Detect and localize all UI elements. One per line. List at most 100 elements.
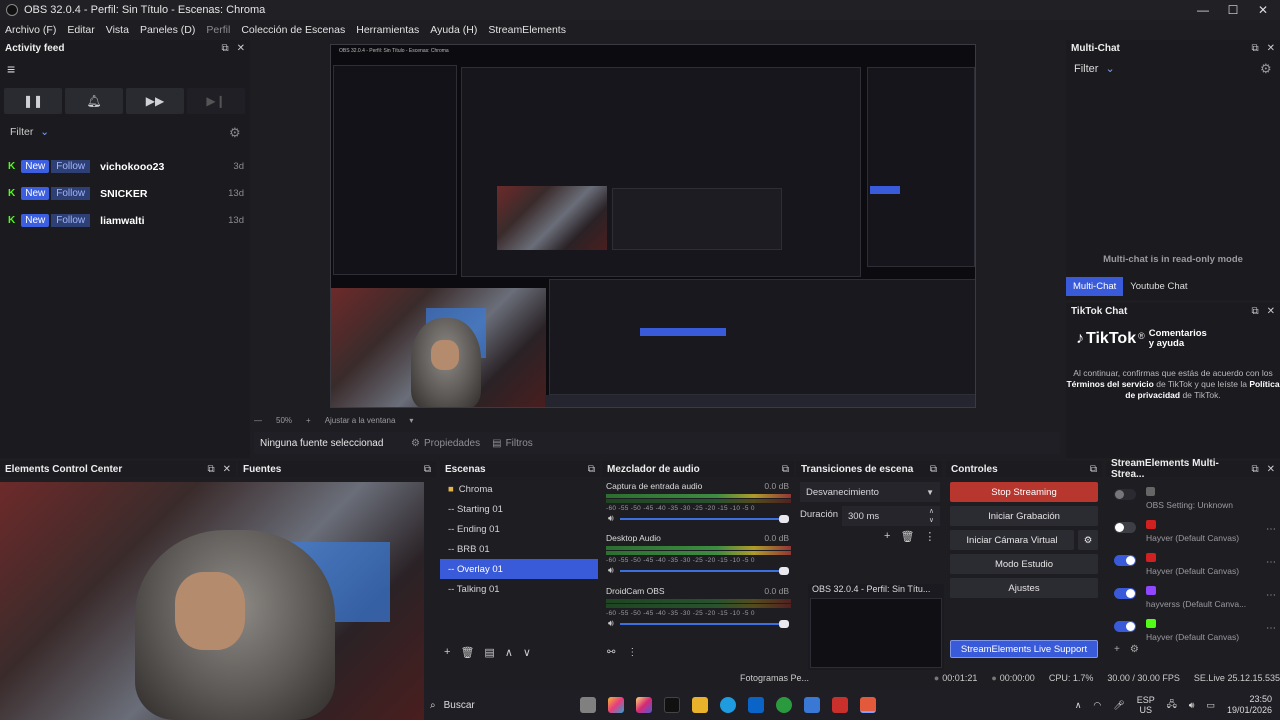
scene-folder[interactable]: ■ Chroma: [440, 479, 598, 499]
move-up-icon[interactable]: ∧: [505, 646, 513, 659]
feed-item[interactable]: K New Follow SNICKER 13d: [0, 180, 250, 207]
feed-filter[interactable]: Filter ⌄: [10, 126, 49, 138]
properties-button[interactable]: ⚙ Propiedades: [411, 438, 480, 449]
obs-app-icon[interactable]: [860, 697, 876, 713]
close-icon[interactable]: ✕: [1267, 306, 1275, 317]
app-icon[interactable]: [832, 697, 848, 713]
float-icon[interactable]: ⧉: [1090, 464, 1097, 475]
float-icon[interactable]: ⧉: [782, 464, 789, 475]
hamburger-menu-icon[interactable]: ≡: [7, 62, 21, 76]
microphone-icon[interactable]: 🎤︎: [1113, 700, 1124, 711]
instagram-icon[interactable]: [636, 697, 652, 713]
clock[interactable]: 23:50 19/01/2026: [1227, 694, 1272, 716]
menu-file[interactable]: Archivo (F): [5, 24, 56, 36]
studio-mode-button[interactable]: Modo Estudio: [950, 554, 1098, 574]
xbox-icon[interactable]: [776, 697, 792, 713]
volume-slider[interactable]: 🔊︎: [606, 513, 791, 524]
settings-button[interactable]: Ajustes: [950, 578, 1098, 598]
scene-item[interactable]: -- Starting 01: [440, 499, 598, 519]
menu-view[interactable]: Vista: [106, 24, 129, 36]
dropdown-arrow-icon[interactable]: ▾: [409, 416, 413, 425]
tab-multichat[interactable]: Multi-Chat: [1066, 277, 1124, 296]
scene-filter-icon[interactable]: ▤: [484, 646, 494, 659]
volume-icon[interactable]: 🔊︎: [1189, 700, 1195, 711]
scene-item[interactable]: -- Ending 01: [440, 519, 598, 539]
add-scene-icon[interactable]: +: [444, 646, 450, 659]
window-thumbnail[interactable]: OBS 32.0.4 - Perfil: Sin Títu...: [808, 584, 944, 670]
scene-item[interactable]: -- Talking 01: [440, 579, 598, 599]
menu-scene-collection[interactable]: Colección de Escenas: [241, 24, 345, 36]
language-indicator[interactable]: ESP US: [1137, 695, 1155, 715]
fit-to-window[interactable]: Ajustar a la ventana: [325, 416, 396, 425]
stream-toggle[interactable]: [1114, 621, 1136, 632]
stop-streaming-button[interactable]: Stop Streaming: [950, 482, 1098, 502]
stream-toggle[interactable]: [1114, 588, 1136, 599]
tiktok-icon[interactable]: [664, 697, 680, 713]
speaker-icon[interactable]: 🔊︎: [608, 565, 614, 576]
task-view-icon[interactable]: [580, 697, 596, 713]
battery-icon[interactable]: ▭: [1206, 700, 1215, 711]
multichat-filter[interactable]: Filter ⌄: [1074, 62, 1115, 75]
more-options-icon[interactable]: ⋮: [627, 647, 637, 658]
stepper-icon[interactable]: ∧ ∨: [929, 507, 934, 525]
float-icon[interactable]: ⧉: [424, 464, 431, 475]
tab-youtube-chat[interactable]: Youtube Chat: [1123, 277, 1194, 296]
stream-toggle[interactable]: [1114, 489, 1136, 500]
more-options-icon[interactable]: ⋮: [924, 530, 935, 543]
wifi-icon[interactable]: ◠: [1093, 700, 1101, 711]
file-explorer-icon[interactable]: [692, 697, 708, 713]
stream-toggle[interactable]: [1114, 555, 1136, 566]
minimize-button[interactable]: —: [1186, 0, 1220, 20]
remove-scene-icon[interactable]: 🗑︎: [460, 646, 474, 659]
taskbar-search[interactable]: ⌕ Buscar: [424, 700, 574, 711]
live-support-button[interactable]: StreamElements Live Support: [950, 640, 1098, 658]
volume-slider[interactable]: 🔊︎: [606, 618, 791, 628]
gear-icon[interactable]: ⚙: [1078, 530, 1098, 550]
filters-button[interactable]: ▤ Filtros: [492, 438, 533, 449]
link-icon[interactable]: ⚯: [607, 647, 615, 658]
transition-select[interactable]: Desvanecimiento ▼: [800, 482, 940, 502]
float-icon[interactable]: ⧉: [1251, 464, 1258, 475]
zoom-in-icon[interactable]: +: [306, 416, 311, 425]
float-icon[interactable]: ⧉: [930, 464, 937, 475]
float-icon[interactable]: ⧉: [588, 464, 595, 475]
app-icon[interactable]: [804, 697, 820, 713]
menu-tools[interactable]: Herramientas: [356, 24, 419, 36]
float-icon[interactable]: ⧉: [207, 464, 214, 475]
more-options-icon[interactable]: ⋯: [1266, 557, 1276, 568]
edge-icon[interactable]: [720, 697, 736, 713]
menu-edit[interactable]: Editar: [67, 24, 94, 36]
gear-icon[interactable]: ⚙: [1130, 644, 1139, 655]
move-down-icon[interactable]: ∨: [523, 646, 531, 659]
chevron-up-icon[interactable]: ∧: [1075, 700, 1082, 711]
maximize-button[interactable]: ☐: [1216, 0, 1250, 20]
menu-streamelements[interactable]: StreamElements: [488, 24, 566, 36]
menu-profile[interactable]: Perfil: [206, 24, 230, 36]
outlook-icon[interactable]: [748, 697, 764, 713]
add-target-icon[interactable]: +: [1114, 644, 1120, 655]
speaker-icon[interactable]: 🔊︎: [608, 513, 614, 524]
close-icon[interactable]: ✕: [1267, 464, 1275, 475]
terms-link[interactable]: Términos del servicio: [1066, 379, 1153, 389]
preview-canvas[interactable]: OBS 32.0.4 - Perfil: Sin Título - Escena…: [330, 44, 976, 408]
network-icon[interactable]: 🖧︎: [1167, 697, 1177, 713]
virtual-camera-button[interactable]: Iniciar Cámara Virtual: [950, 530, 1074, 550]
more-options-icon[interactable]: ⋯: [1266, 623, 1276, 634]
menu-docks[interactable]: Paneles (D): [140, 24, 195, 36]
start-recording-button[interactable]: Iniciar Grabación: [950, 506, 1098, 526]
bell-button[interactable]: 🔔︎: [65, 88, 123, 114]
stream-toggle[interactable]: [1114, 522, 1136, 533]
menu-help[interactable]: Ayuda (H): [430, 24, 477, 36]
close-icon[interactable]: ✕: [223, 464, 231, 475]
more-options-icon[interactable]: ⋯: [1266, 590, 1276, 601]
duration-spinbox[interactable]: 300 ms ∧ ∨: [842, 506, 940, 526]
skip-button[interactable]: ▶▶: [126, 88, 184, 114]
scene-item-selected[interactable]: -- Overlay 01: [440, 559, 598, 579]
float-icon[interactable]: ⧉: [1251, 306, 1258, 317]
close-button[interactable]: ✕: [1246, 0, 1280, 20]
skip-end-button[interactable]: ▶❙: [187, 88, 245, 114]
float-icon[interactable]: ⧉: [1251, 43, 1258, 54]
feed-item[interactable]: K New Follow liamwalti 13d: [0, 207, 250, 234]
float-icon[interactable]: ⧉: [221, 43, 228, 54]
close-icon[interactable]: ✕: [237, 43, 245, 54]
